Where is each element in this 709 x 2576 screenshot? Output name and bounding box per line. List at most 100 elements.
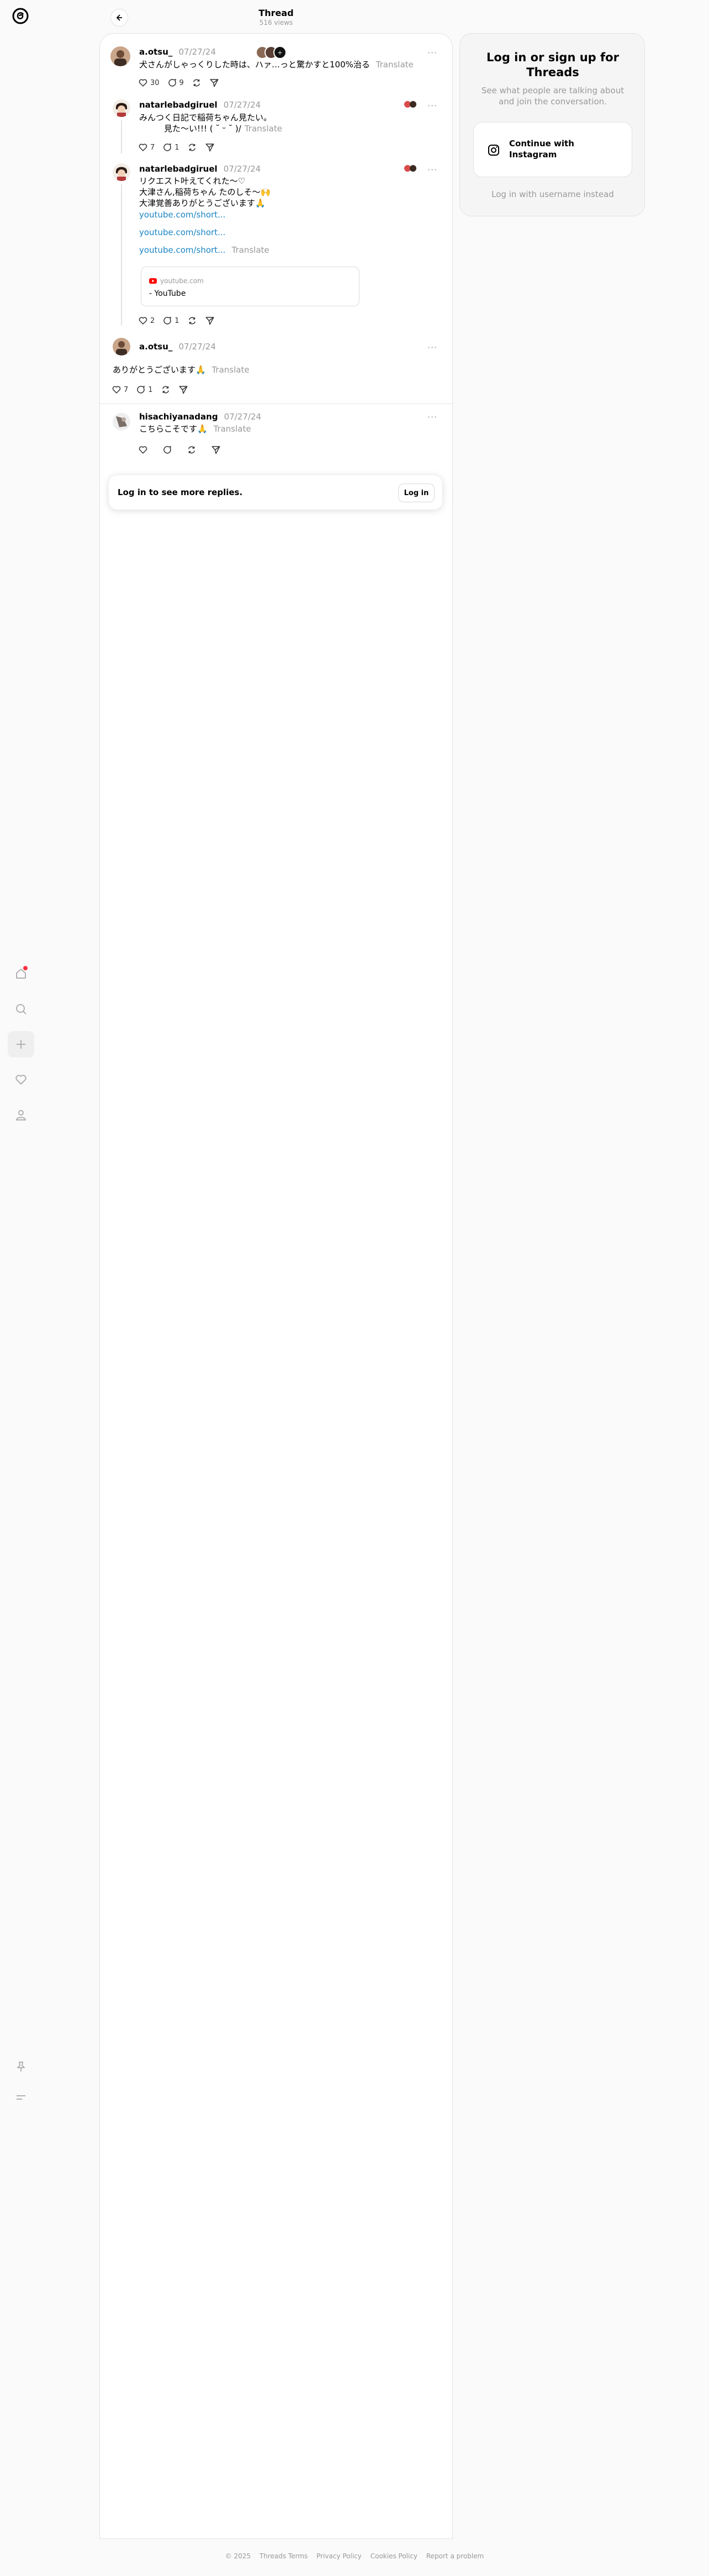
youtube-link-row: youtube.com/short... Translate xyxy=(139,245,269,255)
reply-button[interactable] xyxy=(162,445,172,455)
repost-icon xyxy=(188,317,195,325)
avatar[interactable] xyxy=(113,163,130,181)
search-nav-button[interactable] xyxy=(8,996,34,1022)
post-text: 犬さんがしゃっくりした時は、ハァ…っと驚かすと100%治る Translate xyxy=(139,60,414,70)
username[interactable]: hisachiyanadang xyxy=(139,412,218,422)
pin-nav-button[interactable] xyxy=(8,2053,34,2080)
notification-dot xyxy=(23,966,28,970)
more-options-button[interactable]: ··· xyxy=(427,164,437,175)
avatar[interactable] xyxy=(113,338,130,355)
thread-line xyxy=(121,184,122,326)
translate-link[interactable]: Translate xyxy=(232,245,269,255)
reply-button[interactable]: 1 xyxy=(136,385,153,395)
youtube-icon xyxy=(149,278,157,284)
more-options-button[interactable]: ··· xyxy=(427,342,437,353)
instagram-button-label: Continue with Instagram xyxy=(509,139,574,160)
username[interactable]: a.otsu_ xyxy=(139,47,172,57)
instagram-icon xyxy=(488,145,499,156)
post-text: みんつく日記で稲荷ちゃん見たい。 見た〜い!!! ( ˘ ᵕ ˘ )/Trans… xyxy=(139,113,282,134)
reply-button[interactable]: 1 xyxy=(162,316,179,326)
share-button[interactable] xyxy=(178,385,188,395)
post-actions: 7 1 xyxy=(138,142,215,152)
more-options-button[interactable]: ··· xyxy=(427,47,437,58)
heart-icon xyxy=(139,317,147,325)
username-login-link[interactable]: Log in with username instead xyxy=(460,189,645,199)
continue-with-instagram-button[interactable]: Continue with Instagram xyxy=(473,122,632,177)
translate-link[interactable]: Translate xyxy=(245,124,282,134)
auth-subtitle: See what people are talking about and jo… xyxy=(481,86,625,107)
share-icon xyxy=(205,317,214,325)
like-count: 2 xyxy=(150,316,155,325)
footer-cookies-link[interactable]: Cookies Policy xyxy=(371,2552,417,2560)
post-header: natarlebadgiruel 07/27/24 xyxy=(139,163,261,174)
profile-nav-button[interactable] xyxy=(8,1102,34,1128)
card-title: - YouTube xyxy=(149,289,186,298)
username[interactable]: natarlebadgiruel xyxy=(139,100,218,110)
heart-icon xyxy=(139,446,147,454)
avatar[interactable] xyxy=(113,413,130,431)
search-icon xyxy=(16,1004,27,1015)
like-button[interactable]: 7 xyxy=(138,142,155,152)
comment-icon xyxy=(163,445,172,454)
plus-icon xyxy=(17,1040,25,1049)
like-count: 30 xyxy=(150,78,160,87)
menu-nav-button[interactable] xyxy=(8,2084,34,2111)
post-header: a.otsu_ 07/27/24 xyxy=(139,46,216,57)
share-icon xyxy=(179,386,188,394)
create-nav-button[interactable] xyxy=(8,1031,34,1058)
timestamp[interactable]: 07/27/24 xyxy=(224,100,261,110)
reply-button[interactable]: 1 xyxy=(162,142,179,152)
card-domain-row: youtube.com xyxy=(149,277,204,285)
home-nav-button[interactable] xyxy=(8,960,34,987)
like-button[interactable] xyxy=(138,445,148,455)
footer-privacy-link[interactable]: Privacy Policy xyxy=(316,2552,362,2560)
timestamp[interactable]: 07/27/24 xyxy=(179,342,216,352)
repost-icon xyxy=(188,446,195,454)
like-button[interactable]: 30 xyxy=(138,78,160,88)
timestamp[interactable]: 07/27/24 xyxy=(179,47,216,57)
repost-button[interactable] xyxy=(187,142,197,152)
repost-icon xyxy=(162,386,169,394)
share-button[interactable] xyxy=(209,78,219,88)
activity-nav-button[interactable] xyxy=(8,1066,34,1093)
link-preview-card[interactable]: youtube.com - YouTube xyxy=(141,267,359,306)
footer-terms-link[interactable]: Threads Terms xyxy=(260,2552,308,2560)
login-button[interactable]: Log in xyxy=(398,484,435,502)
like-button[interactable]: 7 xyxy=(112,385,128,395)
share-icon xyxy=(211,446,220,454)
youtube-link[interactable]: youtube.com/short... xyxy=(139,210,225,220)
username[interactable]: natarlebadgiruel xyxy=(139,164,218,174)
translate-link[interactable]: Translate xyxy=(213,424,251,434)
post-header: hisachiyanadang 07/27/24 xyxy=(139,411,261,422)
youtube-link[interactable]: youtube.com/short... xyxy=(139,227,225,237)
share-button[interactable] xyxy=(205,142,215,152)
post-text: こちらこそです🙏 Translate xyxy=(139,424,251,434)
user-badge xyxy=(403,100,419,109)
timestamp[interactable]: 07/27/24 xyxy=(224,412,261,422)
translate-link[interactable]: Translate xyxy=(376,60,414,70)
share-button[interactable] xyxy=(211,445,221,455)
participant-avatars: + xyxy=(255,45,288,60)
post-actions: 7 1 xyxy=(112,385,188,395)
repost-button[interactable] xyxy=(161,385,171,395)
repost-button[interactable] xyxy=(187,445,197,455)
youtube-link[interactable]: youtube.com/short... xyxy=(139,245,225,255)
repost-button[interactable] xyxy=(187,316,197,326)
more-options-button[interactable]: ··· xyxy=(427,100,437,111)
like-button[interactable]: 2 xyxy=(138,316,155,326)
view-count: 516 views xyxy=(259,19,293,26)
username[interactable]: a.otsu_ xyxy=(139,342,172,352)
menu-icon xyxy=(17,2095,25,2100)
timestamp[interactable]: 07/27/24 xyxy=(224,164,261,174)
share-button[interactable] xyxy=(205,316,215,326)
avatar[interactable] xyxy=(110,46,130,66)
post-actions: 30 9 xyxy=(138,78,219,88)
avatar[interactable] xyxy=(113,99,130,117)
translate-link[interactable]: Translate xyxy=(211,365,249,375)
footer-report-link[interactable]: Report a problem xyxy=(426,2552,484,2560)
reply-button[interactable]: 9 xyxy=(167,78,184,88)
more-options-button[interactable]: ··· xyxy=(427,412,437,422)
repost-button[interactable] xyxy=(192,78,202,88)
user-badge xyxy=(403,164,419,173)
auth-panel: Log in or sign up for Threads See what p… xyxy=(459,33,645,216)
